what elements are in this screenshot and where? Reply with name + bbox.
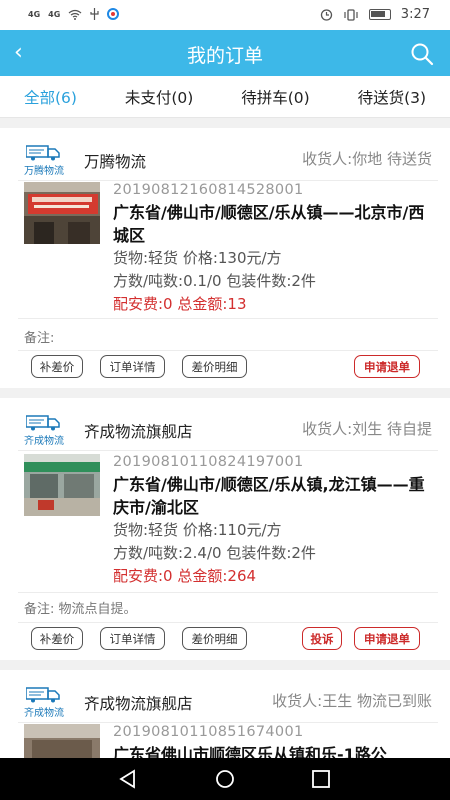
divider [18,722,438,723]
order-thumbnail[interactable] [24,724,100,758]
remark: 备注: 物流点自提。 [24,602,137,617]
logo-text: 齐成物流 [24,708,64,719]
truck-icon [26,687,60,703]
price-difference-button[interactable]: 差价明细 [182,355,247,378]
storefront-image [24,454,100,516]
shop-name[interactable]: 齐成物流旗舰店 [84,420,193,442]
order-detail-button[interactable]: 订单详情 [100,355,165,378]
tab-unpaid[interactable]: 未支付(0) [121,80,197,114]
section-gap [0,118,450,128]
status-bar: 4G 4G 3:27 [0,0,450,30]
section-gap [0,388,450,398]
truck-icon [26,415,60,431]
clock-time: 3:27 [400,7,430,22]
order-number: 20190810110824197001 [113,454,304,470]
receiver-status: 收货人:刘生 待自提 [302,420,432,438]
refund-request-button[interactable]: 申请退单 [354,355,420,378]
complaint-button[interactable]: 投诉 [302,627,342,650]
shop-logo: 万腾物流 [24,143,70,179]
receiver-status: 收货人:你地 待送货 [302,150,432,168]
wifi-icon [68,9,82,20]
divider [18,180,438,181]
tab-all[interactable]: 全部(6) [9,80,91,120]
storefront-image [24,724,100,758]
order-number: 20190812160814528001 [113,182,304,198]
volume-packages: 方数/吨数:0.1/0 包装件数:2件 [113,272,316,290]
nav-home-icon[interactable] [213,768,237,790]
order-card[interactable]: 齐成物流 齐成物流旗舰店 收货人:刘生 待自提 2019081011082419… [0,398,450,660]
order-card[interactable]: 万腾物流 万腾物流 收货人:你地 待送货 2019081216081452800… [0,128,450,386]
signal-icon: 4G [28,9,41,19]
divider [18,450,438,451]
divider [18,592,438,593]
battery-icon [368,9,391,20]
remark: 备注: [24,331,55,346]
app-notification-icon [107,8,120,20]
receiver-status: 收货人:王生 物流已到账 [272,692,432,710]
route-address: 广东省佛山市顺德区乐从镇和乐-1路公 [113,745,387,758]
divider [18,318,438,319]
shop-logo: 齐成物流 [24,685,70,721]
order-thumbnail[interactable] [24,182,100,244]
order-detail-button[interactable]: 订单详情 [100,627,165,650]
cargo-price: 货物:轻货 价格:130元/方 [113,249,282,267]
volume-packages: 方数/吨数:2.4/0 包装件数:2件 [113,544,316,562]
nav-back-icon[interactable] [116,768,140,790]
fee-total: 配安费:0 总金额:13 [113,295,247,313]
shop-logo: 齐成物流 [24,413,70,449]
supplement-price-button[interactable]: 补差价 [31,627,83,650]
tab-pending-delivery[interactable]: 待送货(3) [354,80,430,114]
divider [18,350,438,351]
shop-name[interactable]: 齐成物流旗舰店 [84,692,193,714]
refund-request-button[interactable]: 申请退单 [354,627,420,650]
system-navigation-bar [0,758,450,800]
route-address: 广东省/佛山市/顺德区/乐从镇,龙江镇——重庆市/渝北区 [113,475,425,517]
page-title: 我的订单 [186,45,263,67]
nav-recents-icon[interactable] [309,768,333,790]
supplement-price-button[interactable]: 补差价 [31,355,83,378]
logo-text: 万腾物流 [24,166,64,177]
order-status-tabs: 全部(6) 未支付(0) 待拼车(0) 待送货(3) [0,76,450,120]
search-icon[interactable] [410,42,434,66]
storefront-image [24,182,100,244]
divider [18,622,438,623]
order-number: 20190810110851674001 [113,724,304,740]
shop-name[interactable]: 万腾物流 [84,150,146,172]
section-gap [0,660,450,670]
alarm-icon [320,9,332,21]
order-card[interactable]: 齐成物流 齐成物流旗舰店 收货人:王生 物流已到账 20190810110851… [0,670,450,758]
cargo-price: 货物:轻货 价格:110元/方 [113,521,282,539]
price-difference-button[interactable]: 差价明细 [182,627,247,650]
route-address: 广东省/佛山市/顺德区/乐从镇——北京市/西城区 [113,203,425,245]
vibrate-icon [344,8,358,21]
logo-text: 齐成物流 [24,436,64,447]
app-header: ‹ 我的订单 [0,30,450,76]
usb-icon [90,8,99,20]
signal-icon: 4G [48,9,61,19]
tab-pending-carpool[interactable]: 待拼车(0) [237,80,313,114]
truck-icon [26,145,60,161]
order-thumbnail[interactable] [24,454,100,516]
fee-total: 配安费:0 总金额:264 [113,567,257,585]
